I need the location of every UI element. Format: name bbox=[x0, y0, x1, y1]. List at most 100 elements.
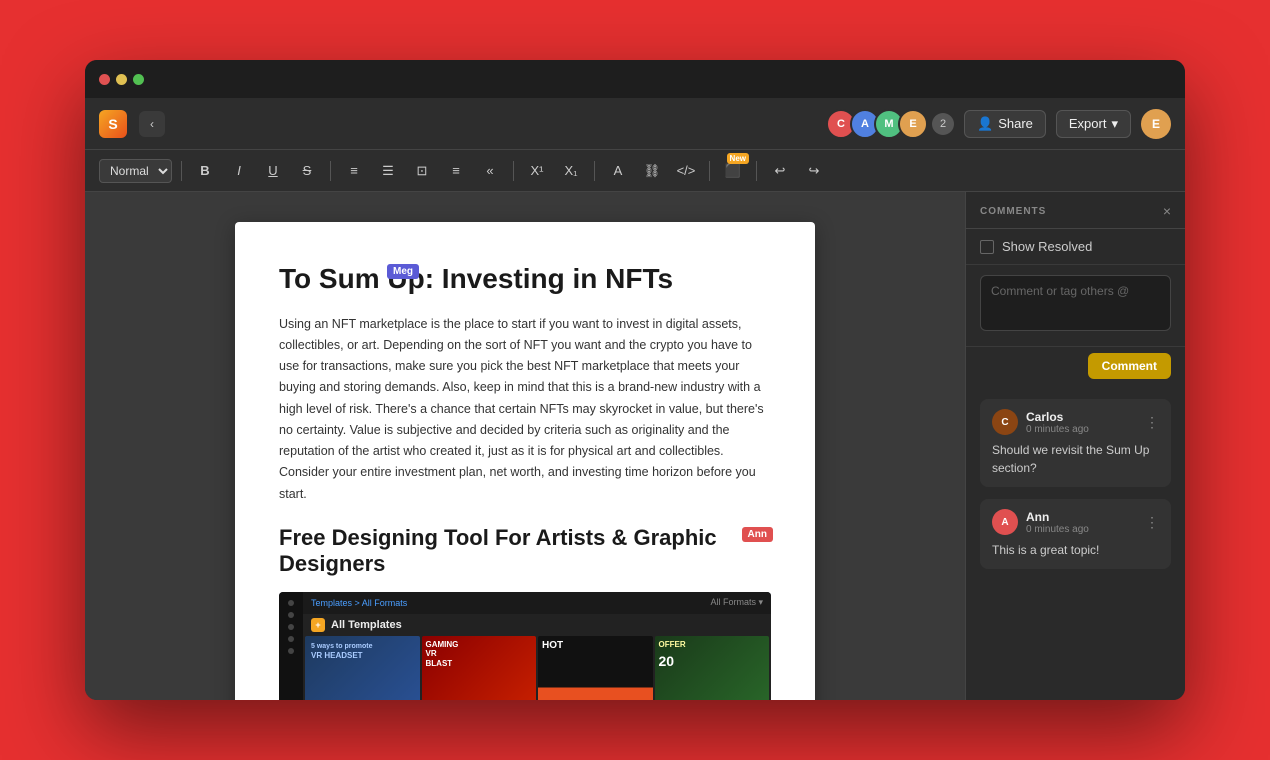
comment-btn-row: Comment bbox=[966, 347, 1185, 389]
toolbar-separator-4 bbox=[594, 161, 595, 181]
app-logo: S bbox=[99, 110, 127, 138]
show-resolved-row: Show Resolved bbox=[966, 229, 1185, 265]
underline-button[interactable]: U bbox=[259, 157, 287, 185]
redo-button[interactable]: ↪ bbox=[800, 157, 828, 185]
doc-body-1: Using an NFT marketplace is the place to… bbox=[279, 314, 771, 505]
image-tile-4: OFFER 20 bbox=[655, 636, 770, 700]
new-badge: New bbox=[727, 153, 749, 164]
toolbar-separator-1 bbox=[181, 161, 182, 181]
comments-list: C Carlos 0 minutes ago ⋮ Should we revis… bbox=[966, 389, 1185, 700]
logo-icon: S bbox=[108, 116, 117, 132]
comments-panel: COMMENTS × Show Resolved Comment C bbox=[965, 192, 1185, 700]
document-area[interactable]: To Sum Up: Investing in NFTs Meg Using a… bbox=[85, 192, 965, 700]
bold-button[interactable]: B bbox=[191, 157, 219, 185]
comment-header-carlos: C Carlos 0 minutes ago ⋮ bbox=[992, 409, 1159, 435]
toolbar-separator-2 bbox=[330, 161, 331, 181]
new-feature-wrap: New ⬛ bbox=[719, 157, 747, 185]
comment-author-carlos: Carlos bbox=[1026, 410, 1137, 424]
traffic-lights bbox=[99, 74, 144, 85]
comments-header: COMMENTS × bbox=[966, 192, 1185, 229]
all-formats-label: All Formats ▾ bbox=[710, 597, 763, 608]
main-area: To Sum Up: Investing in NFTs Meg Using a… bbox=[85, 192, 1185, 700]
comment-avatar-ann: A bbox=[992, 509, 1018, 535]
image-main: Templates > All Formats All Formats ▾ + … bbox=[303, 592, 771, 700]
templates-breadcrumb: Templates > All Formats bbox=[311, 598, 407, 608]
user-avatar-header[interactable]: E bbox=[1141, 109, 1171, 139]
subscript-button[interactable]: X₁ bbox=[557, 157, 585, 185]
export-button[interactable]: Export ▾ bbox=[1056, 110, 1131, 138]
cursor-label-ann: Ann bbox=[742, 527, 773, 542]
all-templates-label: + All Templates bbox=[303, 614, 771, 634]
indent-button[interactable]: ⊡ bbox=[408, 157, 436, 185]
blockquote-button[interactable]: « bbox=[476, 157, 504, 185]
font-color-button[interactable]: A bbox=[604, 157, 632, 185]
comment-menu-ann[interactable]: ⋮ bbox=[1145, 514, 1159, 531]
style-select[interactable]: Normal bbox=[99, 159, 172, 183]
comment-item-carlos: C Carlos 0 minutes ago ⋮ Should we revis… bbox=[980, 399, 1171, 487]
outdent-button[interactable]: ≡ bbox=[442, 157, 470, 185]
comment-meta-ann: Ann 0 minutes ago bbox=[1026, 510, 1137, 535]
doc-image: Templates > All Formats All Formats ▾ + … bbox=[279, 592, 771, 700]
image-header-bar: Templates > All Formats All Formats ▾ bbox=[303, 592, 771, 614]
ordered-list-button[interactable]: ≡ bbox=[340, 157, 368, 185]
traffic-light-yellow[interactable] bbox=[116, 74, 127, 85]
app-header: S ‹ C A M E 2 👤 Share Export ▾ E bbox=[85, 98, 1185, 150]
h1-wrap: To Sum Up: Investing in NFTs Meg bbox=[279, 262, 771, 314]
image-tile-3: HOT bbox=[538, 636, 653, 700]
browser-window: S ‹ C A M E 2 👤 Share Export ▾ E bbox=[85, 60, 1185, 700]
image-tile-1: 5 ways to promoteVR HEADSET bbox=[305, 636, 420, 700]
sidebar-dot-4 bbox=[288, 636, 294, 642]
share-icon: 👤 bbox=[977, 116, 993, 132]
strikethrough-button[interactable]: S bbox=[293, 157, 321, 185]
comment-submit-button[interactable]: Comment bbox=[1088, 353, 1171, 379]
show-resolved-checkbox[interactable] bbox=[980, 240, 994, 254]
comment-author-ann: Ann bbox=[1026, 510, 1137, 524]
italic-button[interactable]: I bbox=[225, 157, 253, 185]
superscript-button[interactable]: X¹ bbox=[523, 157, 551, 185]
sidebar-dot-1 bbox=[288, 600, 294, 606]
comment-time-ann: 0 minutes ago bbox=[1026, 524, 1137, 535]
bullet-list-button[interactable]: ☰ bbox=[374, 157, 402, 185]
traffic-light-red[interactable] bbox=[99, 74, 110, 85]
toolbar-separator-3 bbox=[513, 161, 514, 181]
undo-button[interactable]: ↩ bbox=[766, 157, 794, 185]
comment-text-ann: This is a great topic! bbox=[992, 541, 1159, 559]
notification-badge: 2 bbox=[932, 113, 954, 135]
comment-input-area bbox=[966, 265, 1185, 347]
comment-time-carlos: 0 minutes ago bbox=[1026, 424, 1137, 435]
chevron-down-icon: ▾ bbox=[1111, 116, 1118, 132]
comment-item-ann: A Ann 0 minutes ago ⋮ This is a great to… bbox=[980, 499, 1171, 569]
comment-meta-carlos: Carlos 0 minutes ago bbox=[1026, 410, 1137, 435]
comment-avatar-carlos: C bbox=[992, 409, 1018, 435]
comment-text-carlos: Should we revisit the Sum Up section? bbox=[992, 441, 1159, 477]
avatar-group: C A M E 2 bbox=[826, 109, 954, 139]
toolbar-separator-5 bbox=[709, 161, 710, 181]
close-comments-button[interactable]: × bbox=[1163, 204, 1171, 218]
code-button[interactable]: </> bbox=[672, 157, 700, 185]
cursor-label-meg: Meg bbox=[387, 264, 419, 279]
comments-title: COMMENTS bbox=[980, 206, 1046, 217]
format-toolbar: Normal B I U S ≡ ☰ ⊡ ≡ « X¹ X₁ A ⛓ </> N… bbox=[85, 150, 1185, 192]
share-button[interactable]: 👤 Share bbox=[964, 110, 1046, 138]
doc-h2: Free Designing Tool For Artists & Graphi… bbox=[279, 525, 771, 578]
comment-header-ann: A Ann 0 minutes ago ⋮ bbox=[992, 509, 1159, 535]
traffic-light-green[interactable] bbox=[133, 74, 144, 85]
doc-h1: To Sum Up: Investing in NFTs bbox=[279, 262, 771, 296]
comment-input[interactable] bbox=[980, 275, 1171, 331]
plus-icon: + bbox=[311, 618, 325, 632]
header-right: C A M E 2 👤 Share Export ▾ E bbox=[826, 109, 1171, 139]
avatar-user4: E bbox=[898, 109, 928, 139]
image-grid: 5 ways to promoteVR HEADSET GAMINGVRBLAS… bbox=[303, 634, 771, 700]
sidebar-dot-2 bbox=[288, 612, 294, 618]
toolbar-separator-6 bbox=[756, 161, 757, 181]
back-button[interactable]: ‹ bbox=[139, 111, 165, 137]
h2-wrap: Free Designing Tool For Artists & Graphi… bbox=[279, 525, 771, 578]
image-sidebar bbox=[279, 592, 303, 700]
image-tile-2: GAMINGVRBLAST bbox=[422, 636, 537, 700]
show-resolved-label: Show Resolved bbox=[1002, 239, 1092, 254]
browser-chrome bbox=[85, 60, 1185, 98]
sidebar-dot-5 bbox=[288, 648, 294, 654]
comment-menu-carlos[interactable]: ⋮ bbox=[1145, 414, 1159, 431]
document: To Sum Up: Investing in NFTs Meg Using a… bbox=[235, 222, 815, 700]
link-button[interactable]: ⛓ bbox=[638, 157, 666, 185]
